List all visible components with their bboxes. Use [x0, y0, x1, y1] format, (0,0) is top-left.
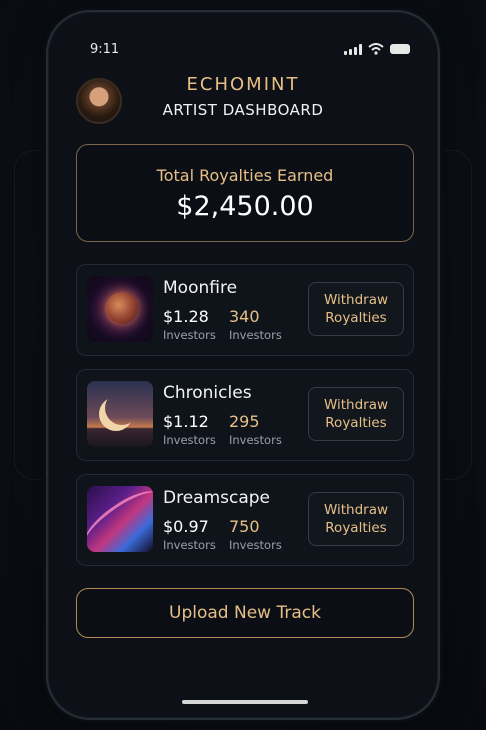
home-indicator[interactable] — [182, 700, 308, 704]
moon-artwork — [87, 276, 153, 342]
total-royalties-label: Total Royalties Earned — [156, 166, 334, 185]
withdraw-royalties-button[interactable]: Withdraw Royalties — [308, 492, 404, 546]
signal-icon — [344, 43, 362, 55]
wave-artwork — [87, 486, 153, 552]
total-royalties-card: Total Royalties Earned $2,450.00 — [76, 144, 414, 242]
track-card: Chronicles $1.12 Investors 295 Investors… — [76, 369, 414, 461]
status-time: 9:11 — [90, 42, 120, 57]
investor-count: 750 — [229, 517, 260, 536]
investor-count-label: Investors — [229, 433, 282, 447]
upload-new-track-button[interactable]: Upload New Track — [76, 588, 414, 638]
battery-icon — [390, 44, 410, 54]
status-icons — [344, 43, 410, 55]
investor-count: 295 — [229, 412, 260, 431]
track-card: Moonfire $1.28 Investors 340 Investors W… — [76, 264, 414, 356]
app-brand: ECHOMINT — [186, 74, 300, 95]
phone-frame: 9:11 ECHOMINT ARTIST DASHBOARD Total Roy… — [46, 10, 440, 720]
track-title: Chronicles — [163, 383, 252, 403]
wifi-icon — [368, 43, 384, 55]
track-price-label: Investors — [163, 538, 216, 552]
status-bar: 9:11 — [48, 40, 438, 60]
withdraw-royalties-button[interactable]: Withdraw Royalties — [308, 282, 404, 336]
withdraw-royalties-button[interactable]: Withdraw Royalties — [308, 387, 404, 441]
track-price-label: Investors — [163, 328, 216, 342]
track-price: $0.97 — [163, 517, 209, 536]
track-price: $1.28 — [163, 307, 209, 326]
crescent-artwork — [87, 381, 153, 447]
track-card: Dreamscape $0.97 Investors 750 Investors… — [76, 474, 414, 566]
track-price: $1.12 — [163, 412, 209, 431]
investor-count-label: Investors — [229, 328, 282, 342]
track-title: Moonfire — [163, 278, 238, 298]
track-price-label: Investors — [163, 433, 216, 447]
page-title: ARTIST DASHBOARD — [162, 101, 324, 119]
investor-count-label: Investors — [229, 538, 282, 552]
investor-count: 340 — [229, 307, 260, 326]
total-royalties-amount: $2,450.00 — [176, 191, 314, 222]
track-title: Dreamscape — [163, 488, 271, 508]
